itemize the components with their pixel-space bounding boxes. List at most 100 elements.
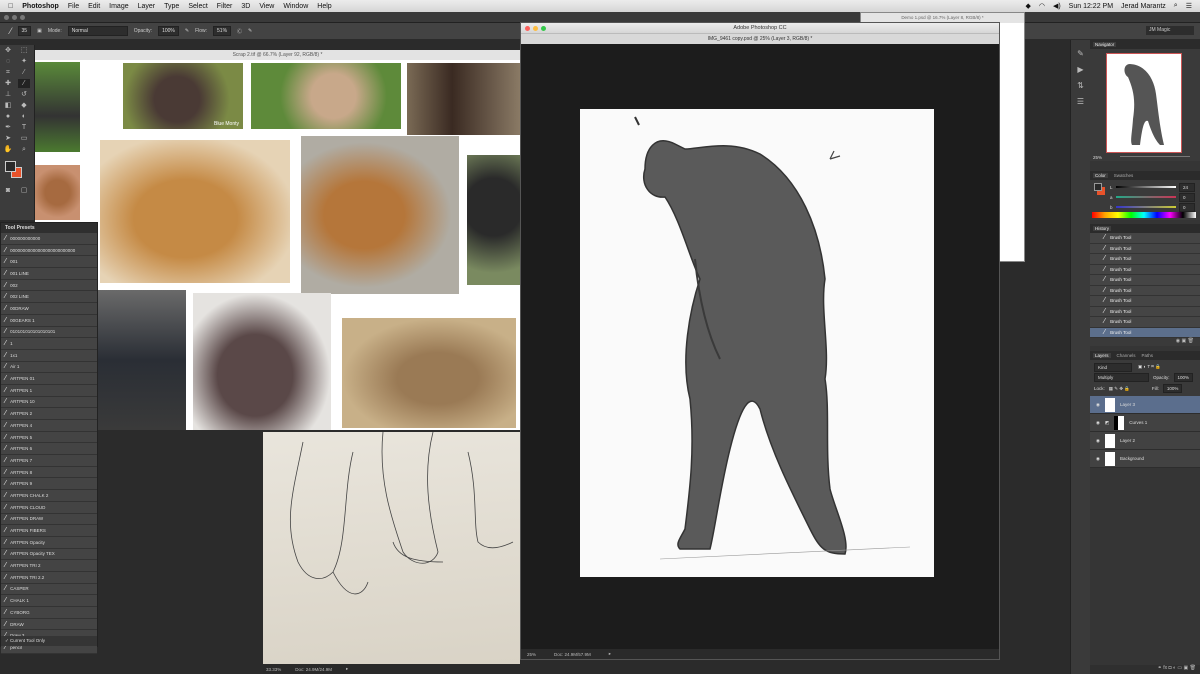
list-icon[interactable]: ☰ xyxy=(1186,2,1192,10)
color-slider-row[interactable]: L 24 xyxy=(1110,182,1195,192)
navigator-zoom[interactable]: 25% xyxy=(1093,155,1102,160)
opacity-input[interactable]: 100% xyxy=(158,26,179,36)
search-icon[interactable]: ⌕ xyxy=(1174,2,1178,10)
history-item[interactable]: ⁄ Brush Tool xyxy=(1090,264,1200,275)
eyedropper-tool-icon[interactable]: ⁄ xyxy=(18,68,30,77)
tool-preset-item[interactable]: ⁄ ARTPEN 7 xyxy=(1,455,97,467)
color-value[interactable]: 0 xyxy=(1179,202,1195,212)
tool-preset-item[interactable]: ⁄ ARTPEN CLOUD xyxy=(1,501,97,514)
new-doc-icon[interactable]: ▣ xyxy=(1182,338,1187,344)
sketch-zoom[interactable]: 33.33% xyxy=(266,667,281,672)
color-slider[interactable] xyxy=(1115,196,1176,198)
tool-preset-item[interactable]: ⁄ 010101010101010101 xyxy=(1,326,97,339)
menu-app[interactable]: Photoshop xyxy=(22,3,59,10)
color-slider-row[interactable]: b0 xyxy=(1110,202,1195,212)
brush-panel-icon[interactable]: ✎ xyxy=(1071,46,1090,62)
menu-filter[interactable]: Filter xyxy=(217,3,233,10)
dropbox-icon[interactable]: ◆ xyxy=(1025,2,1030,10)
history-item[interactable]: ⁄ Brush Tool xyxy=(1090,306,1200,317)
eye-icon[interactable]: ◉ xyxy=(1096,402,1100,408)
pen-tool-icon[interactable]: ✒ xyxy=(2,123,14,132)
tool-preset-item[interactable]: ⁄ 001 LINE xyxy=(1,268,97,280)
workspace-select[interactable]: JM Magic xyxy=(1146,26,1194,35)
move-tool-icon[interactable]: ✥ xyxy=(2,46,14,55)
clock[interactable]: Sun 12:22 PM xyxy=(1069,3,1113,10)
tool-preset-item[interactable]: ⁄ 00GEARS 1 xyxy=(1,314,97,327)
airbrush-icon[interactable]: Ⓒ xyxy=(237,28,242,35)
properties-icon[interactable]: ☰ xyxy=(1071,94,1090,110)
status-menu-arrow-icon[interactable]: ▸ xyxy=(346,666,348,672)
layer-row[interactable]: ◉ Background xyxy=(1090,450,1200,468)
hand-tool-icon[interactable]: ✋ xyxy=(2,145,14,154)
tool-preset-item[interactable]: ⁄ ARTPEN 6 xyxy=(1,443,97,456)
menu-window[interactable]: Window xyxy=(283,3,308,10)
tool-preset-item[interactable]: ⁄ ARTPEN 2 xyxy=(1,408,97,420)
menu-image[interactable]: Image xyxy=(109,3,128,10)
adjustment-icon[interactable]: ◐ xyxy=(1173,665,1176,671)
brush-panel-icon[interactable]: ▣ xyxy=(37,28,42,34)
layer-filter-kind[interactable]: Kind xyxy=(1094,362,1132,372)
wand-tool-icon[interactable]: ✦ xyxy=(18,57,30,66)
tool-preset-item[interactable]: ⁄ 1 xyxy=(1,338,97,350)
eye-icon[interactable]: ◉ xyxy=(1096,456,1100,462)
new-layer-icon[interactable]: ▣ xyxy=(1184,665,1189,671)
tab-history[interactable]: History xyxy=(1093,226,1112,231)
brush-size[interactable]: 35 xyxy=(17,26,32,36)
tool-preset-item[interactable]: ⁄ 00000000000000000000000000 xyxy=(1,244,97,257)
color-slider[interactable] xyxy=(1115,186,1176,188)
color-slider-row[interactable]: a0 xyxy=(1110,192,1195,202)
tool-preset-item[interactable]: ⁄ ARTPEN 9 xyxy=(1,478,97,491)
tool-preset-item[interactable]: ⁄ ARTPEN TRI 2.2 xyxy=(1,571,97,584)
stamp-tool-icon[interactable]: ⊥ xyxy=(2,90,14,99)
healing-tool-icon[interactable]: ✚ xyxy=(2,79,14,88)
path-select-icon[interactable]: ➤ xyxy=(2,134,14,143)
menu-type[interactable]: Type xyxy=(164,3,179,10)
eye-icon[interactable]: ◉ xyxy=(1096,420,1100,426)
color-value[interactable]: 24 xyxy=(1179,182,1195,192)
menu-help[interactable]: Help xyxy=(317,3,331,10)
adjustments-icon[interactable]: ⇅ xyxy=(1071,78,1090,94)
tool-preset-item[interactable]: ⁄ 002 LINE xyxy=(1,291,97,304)
history-item[interactable]: ⁄ Brush Tool xyxy=(1090,317,1200,328)
eye-icon[interactable]: ◉ xyxy=(1096,438,1100,444)
tool-preset-item[interactable]: ⁄ ARTPEN 4 xyxy=(1,420,97,432)
tab-channels[interactable]: Channels xyxy=(1117,353,1136,358)
screen-mode-icon[interactable]: ▢ xyxy=(18,186,30,195)
layer-row[interactable]: ◉ ◩ Curves 1 xyxy=(1090,414,1200,432)
blend-mode-select[interactable]: Multiply xyxy=(1094,373,1149,382)
navigator-tab[interactable]: Navigator xyxy=(1093,42,1117,47)
mask-icon[interactable]: ◘ xyxy=(1169,665,1172,671)
zoom-tool-icon[interactable]: ⌕ xyxy=(18,145,30,154)
tool-preset-item[interactable]: ⁄ ARTPEN TRI 2 xyxy=(1,560,97,572)
document-tab[interactable]: IMG_9461 copy.psd @ 25% (Layer 3, RGB/8)… xyxy=(521,33,999,44)
tool-preset-item[interactable]: ⁄ ARTPEN FIBERS xyxy=(1,525,97,537)
tool-preset-item[interactable]: ⁄ ARTPEN 1 xyxy=(1,384,97,397)
menu-select[interactable]: Select xyxy=(188,3,207,10)
filter-icons[interactable]: ▣ ◐ T ⌗ 🔒 xyxy=(1138,364,1161,370)
blur-tool-icon[interactable]: ● xyxy=(2,112,14,121)
layer-opacity[interactable]: 100% xyxy=(1173,373,1194,382)
color-swatches[interactable] xyxy=(3,159,31,181)
quick-mask-icon[interactable]: ◙ xyxy=(2,186,14,195)
eraser-tool-icon[interactable]: ◧ xyxy=(2,101,14,110)
history-item[interactable]: ⁄ Brush Tool xyxy=(1090,275,1200,286)
tool-preset-item[interactable]: ⁄ 000000000000 xyxy=(1,233,97,245)
history-item[interactable]: ⁄ Brush Tool xyxy=(1090,285,1200,296)
history-item[interactable]: ⁄ Brush Tool xyxy=(1090,327,1200,338)
canvas[interactable] xyxy=(580,109,934,577)
fx-icon[interactable]: fx xyxy=(1163,665,1167,671)
apple-icon[interactable]:  xyxy=(8,3,13,10)
snapshot-icon[interactable]: ◉ xyxy=(1176,338,1180,344)
pressure-opacity-icon[interactable]: ✎ xyxy=(185,28,189,34)
menu-view[interactable]: View xyxy=(259,3,274,10)
brush-tool-icon[interactable]: ⁄ xyxy=(18,79,30,88)
shape-tool-icon[interactable]: ▭ xyxy=(18,134,30,143)
flow-input[interactable]: 51% xyxy=(213,26,232,36)
pressure-size-icon[interactable]: ✎ xyxy=(248,28,252,34)
menu-layer[interactable]: Layer xyxy=(138,3,156,10)
navigator-zoom-slider[interactable] xyxy=(1120,156,1190,157)
layer-row[interactable]: ◉ Layer 2 xyxy=(1090,432,1200,450)
window-controls[interactable] xyxy=(4,15,25,20)
bucket-tool-icon[interactable]: ◆ xyxy=(18,101,30,110)
trash-icon[interactable]: 🗑 xyxy=(1190,665,1196,671)
